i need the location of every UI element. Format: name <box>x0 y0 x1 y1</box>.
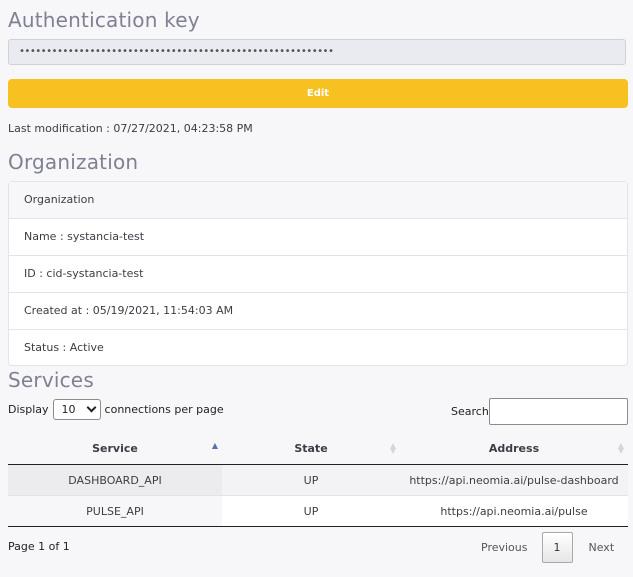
organization-id: ID : cid-systancia-test <box>9 256 627 293</box>
organization-status: Status : Active <box>24 341 104 354</box>
auth-key-heading: Authentication key <box>8 8 200 32</box>
previous-page-button[interactable]: Previous <box>481 541 528 554</box>
organization-created-at: Created at : 05/19/2021, 11:54:03 AM <box>9 293 627 330</box>
table-row: PULSE_API UP https://api.neomia.ai/pulse <box>8 495 628 527</box>
display-control: Display 10 connections per page <box>8 399 224 420</box>
edit-button[interactable]: Edit <box>8 79 628 108</box>
organization-heading: Organization <box>8 150 139 174</box>
next-page-button[interactable]: Next <box>589 541 615 554</box>
last-modification: Last modification : 07/27/2021, 04:23:58… <box>8 122 253 135</box>
sort-ascending-icon: ▲ <box>211 441 218 450</box>
column-header-label: Address <box>488 442 540 455</box>
auth-key-field[interactable]: ••••••••••••••••••••••••••••••••••••••••… <box>8 39 626 65</box>
service-cell: DASHBOARD_API <box>8 464 222 496</box>
page-size-select[interactable]: 10 <box>52 399 101 420</box>
display-suffix-label: connections per page <box>104 403 224 416</box>
search-label: Search <box>451 405 489 418</box>
page-info: Page 1 of 1 <box>8 540 70 553</box>
table-row: DASHBOARD_API UP https://api.neomia.ai/p… <box>8 464 628 496</box>
state-cell: UP <box>222 464 400 496</box>
address-cell: https://api.neomia.ai/pulse <box>400 495 628 527</box>
column-header-label: Service <box>92 442 138 455</box>
address-cell: https://api.neomia.ai/pulse-dashboard <box>400 464 628 496</box>
search-input[interactable] <box>489 398 628 425</box>
services-table: Service ▲ State ▲ ▼ Address ▲ ▼ DASHBOARD_… <box>8 433 628 527</box>
column-header-service[interactable]: Service ▲ <box>8 433 222 465</box>
sort-unsorted-icon: ▲ ▼ <box>617 441 624 455</box>
display-label: Display <box>8 403 49 416</box>
organization-name: Name : systancia-test <box>9 219 627 256</box>
service-cell: PULSE_API <box>8 495 222 527</box>
organization-card-header: Organization <box>9 182 627 219</box>
column-header-address[interactable]: Address ▲ ▼ <box>400 433 628 465</box>
column-header-label: State <box>294 442 328 455</box>
state-cell: UP <box>222 495 400 527</box>
sort-unsorted-icon: ▲ ▼ <box>389 441 396 455</box>
column-header-state[interactable]: State ▲ ▼ <box>222 433 400 465</box>
services-heading: Services <box>8 368 94 392</box>
page-size-value: 10 <box>61 403 76 416</box>
pagination: Previous 1 Next <box>470 531 614 563</box>
chevron-down-icon <box>86 402 96 413</box>
organization-card: Organization Name : systancia-test ID : … <box>8 181 628 366</box>
current-page-button[interactable]: 1 <box>541 531 573 563</box>
